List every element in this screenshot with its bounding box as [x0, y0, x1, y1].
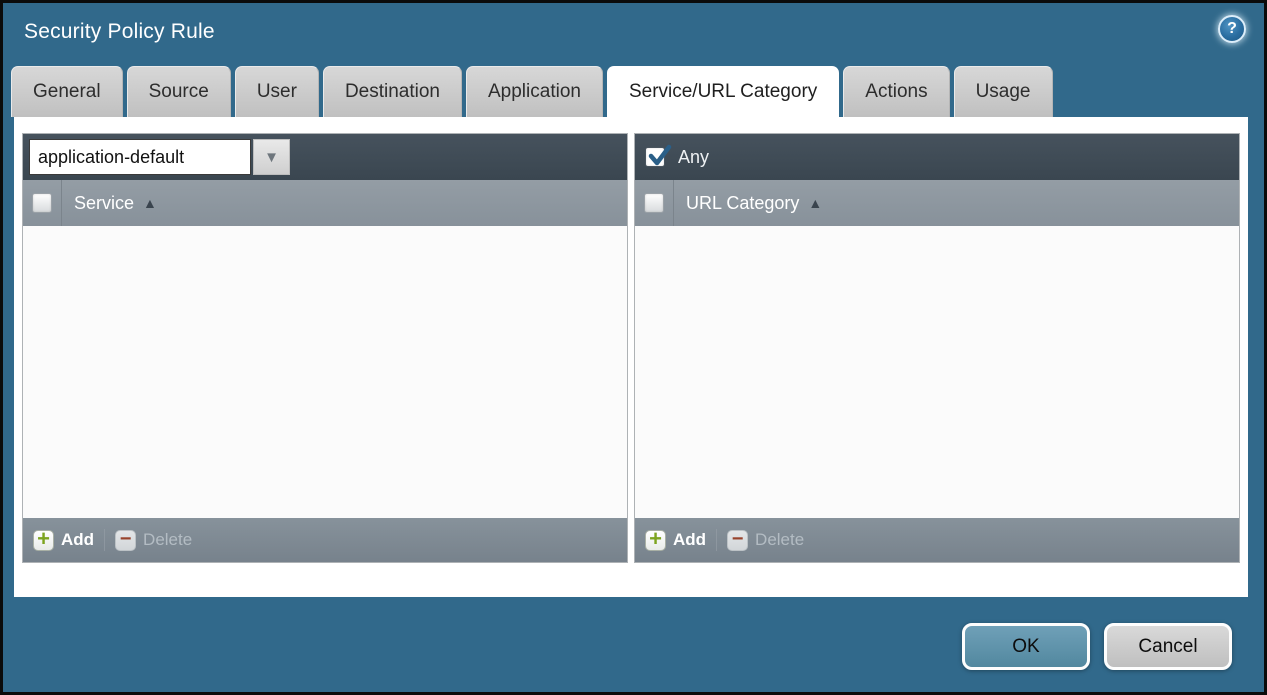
tab-service-url-category[interactable]: Service/URL Category — [607, 66, 839, 117]
security-policy-rule-dialog: Security Policy Rule ? General Source Us… — [0, 0, 1267, 695]
service-type-dropdown-button[interactable]: ▼ — [253, 139, 290, 175]
tab-usage[interactable]: Usage — [954, 66, 1053, 117]
service-add-button[interactable]: + Add — [33, 530, 94, 551]
service-select-all-checkbox[interactable] — [32, 193, 52, 213]
tab-label: Destination — [345, 81, 440, 103]
url-category-select-all-checkbox[interactable] — [644, 193, 664, 213]
tab-bar: General Source User Destination Applicat… — [3, 66, 1264, 117]
url-category-add-button[interactable]: + Add — [645, 530, 706, 551]
url-category-panel: Any URL Category ▲ + Add − — [634, 133, 1240, 563]
add-label: Add — [673, 530, 706, 550]
url-category-column-header: URL Category ▲ — [635, 180, 1239, 226]
cancel-button[interactable]: Cancel — [1104, 623, 1232, 670]
tab-label: General — [33, 81, 101, 103]
any-checkbox[interactable] — [645, 147, 665, 167]
url-category-list — [635, 226, 1239, 518]
tab-label: Source — [149, 81, 209, 103]
footer-separator — [716, 529, 717, 551]
tab-actions[interactable]: Actions — [843, 66, 949, 117]
url-category-footer: + Add − Delete — [635, 518, 1239, 562]
url-category-delete-button[interactable]: − Delete — [727, 530, 804, 551]
delete-label: Delete — [143, 530, 192, 550]
titlebar: Security Policy Rule ? — [3, 3, 1264, 66]
tab-general[interactable]: General — [11, 66, 123, 117]
service-list — [23, 226, 627, 518]
dialog-actions: OK Cancel — [962, 623, 1232, 670]
service-column-label[interactable]: Service — [74, 193, 134, 214]
tab-label: Service/URL Category — [629, 81, 817, 103]
check-icon — [647, 143, 673, 169]
question-mark-glyph: ? — [1227, 20, 1237, 38]
tab-label: User — [257, 81, 297, 103]
add-plus-icon: + — [33, 530, 54, 551]
sort-asc-icon[interactable]: ▲ — [808, 196, 822, 210]
tab-content: application-default ▼ Service ▲ + — [14, 117, 1248, 597]
add-plus-icon: + — [645, 530, 666, 551]
tab-label: Usage — [976, 81, 1031, 103]
service-footer: + Add − Delete — [23, 518, 627, 562]
url-category-column-label[interactable]: URL Category — [686, 193, 799, 214]
url-category-select-all-cell — [635, 180, 674, 226]
dialog-title: Security Policy Rule — [24, 20, 215, 44]
tab-destination[interactable]: Destination — [323, 66, 462, 117]
delete-label: Delete — [755, 530, 804, 550]
help-icon[interactable]: ? — [1218, 15, 1246, 43]
chevron-down-icon: ▼ — [264, 149, 279, 166]
delete-minus-icon: − — [115, 530, 136, 551]
tab-application[interactable]: Application — [466, 66, 603, 117]
tab-label: Actions — [865, 81, 927, 103]
delete-minus-icon: − — [727, 530, 748, 551]
tab-label: Application — [488, 81, 581, 103]
tab-source[interactable]: Source — [127, 66, 231, 117]
sort-asc-icon[interactable]: ▲ — [143, 196, 157, 210]
service-toolbar: application-default ▼ — [23, 134, 627, 180]
service-select-all-cell — [23, 180, 62, 226]
service-column-header: Service ▲ — [23, 180, 627, 226]
add-label: Add — [61, 530, 94, 550]
service-panel: application-default ▼ Service ▲ + — [22, 133, 628, 563]
tab-user[interactable]: User — [235, 66, 319, 117]
any-label: Any — [678, 147, 709, 168]
footer-separator — [104, 529, 105, 551]
service-delete-button[interactable]: − Delete — [115, 530, 192, 551]
url-category-toolbar: Any — [635, 134, 1239, 180]
service-type-select[interactable]: application-default — [29, 139, 251, 175]
ok-button[interactable]: OK — [962, 623, 1090, 670]
service-type-value: application-default — [38, 147, 184, 168]
